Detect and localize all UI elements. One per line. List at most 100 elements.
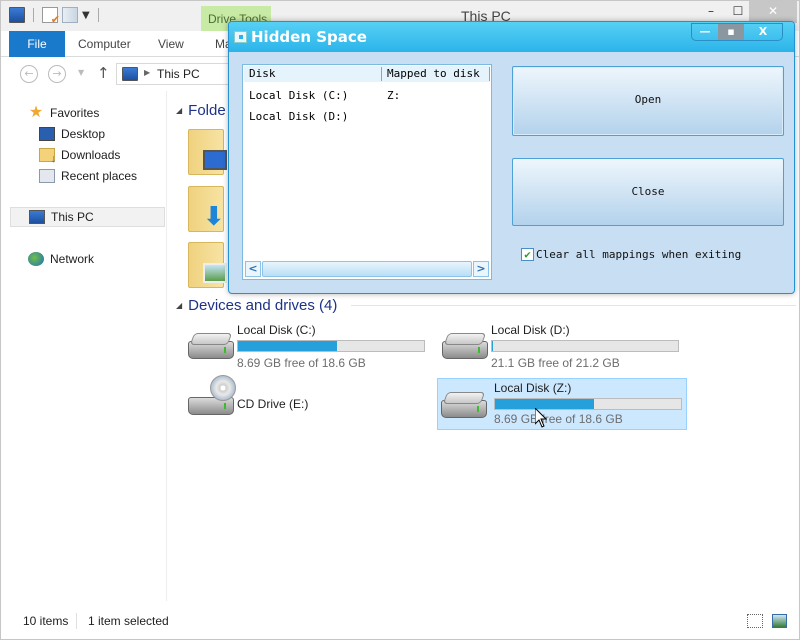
devices-group-header[interactable]: ◢ Devices and drives (4) [176,297,796,314]
forward-button[interactable]: → [48,65,66,83]
open-button[interactable]: Open [512,66,784,136]
collapse-icon[interactable]: ◢ [176,301,182,310]
usage-bar [237,340,425,352]
nav-downloads[interactable]: Downloads [39,145,120,165]
close-button[interactable]: ✕ [749,1,797,23]
network-icon [28,252,44,266]
address-text: This PC [157,67,200,81]
desktop-icon [203,150,227,170]
dialog-title: Hidden Space [251,28,367,46]
properties-icon[interactable] [42,7,60,26]
drive-z[interactable]: Local Disk (Z:) 8.69 GB free of 18.6 GB [437,378,687,430]
back-button[interactable]: ← [20,65,38,83]
tab-view[interactable]: View [158,31,184,57]
navigation-pane: ★ Favorites Desktop Downloads Recent pla… [1,91,167,601]
drive-free-space: 8.69 GB free of 18.6 GB [494,412,623,426]
tab-file[interactable]: File [9,31,65,57]
horizontal-scrollbar[interactable]: < > [245,261,489,278]
cd-drive-icon [188,375,236,417]
nav-label: This PC [51,210,94,224]
app-icon [234,31,247,43]
folder-pictures[interactable] [188,242,227,288]
nav-this-pc[interactable]: This PC [10,207,165,227]
dialog-close-button[interactable]: X [744,24,782,40]
computer-icon [122,67,138,81]
item-count: 10 items [23,614,69,628]
up-button[interactable]: ↑ [97,64,110,82]
folder-downloads[interactable]: ⬇ [188,186,225,232]
large-icons-view-icon[interactable] [772,614,787,628]
checkmark-icon[interactable]: ✔ [521,248,534,261]
cell-disk: Local Disk (D:) [249,110,349,123]
details-view-icon[interactable] [747,614,763,628]
computer-icon [29,210,45,224]
group-title: Folde [188,102,226,119]
usage-bar-fill [238,341,337,351]
list-row[interactable]: Local Disk (D:) [249,108,487,126]
minimize-button[interactable]: – [696,1,726,23]
nav-favorites[interactable]: ★ Favorites [28,103,100,123]
hard-drive-icon [441,392,487,420]
drive-name: Local Disk (C:) [237,323,316,337]
recent-locations-icon[interactable]: ▼ [78,68,84,77]
dialog-minimize-button[interactable]: — [692,24,718,40]
cell-mapped: Z: [387,89,401,102]
quick-access-toolbar: ▼ [9,7,103,26]
nav-label: Network [50,252,95,266]
hard-drive-icon [188,333,234,361]
drive-name: Local Disk (Z:) [494,381,572,395]
collapse-icon[interactable]: ◢ [176,106,182,115]
dialog-title-bar[interactable]: Hidden Space — ▪ X [229,22,794,52]
clear-mappings-checkbox[interactable]: ✔ Clear all mappings when exiting [521,248,741,261]
close-dialog-button[interactable]: Close [512,158,784,226]
drive-c[interactable]: Local Disk (C:) 8.69 GB free of 18.6 GB [184,319,434,371]
divider [76,613,77,629]
column-divider[interactable] [381,67,382,81]
drive-free-space: 21.1 GB free of 21.2 GB [491,356,620,370]
column-header-mapped[interactable]: Mapped to disk [387,67,480,80]
nav-label: Favorites [50,106,100,120]
computer-icon[interactable] [9,7,25,23]
checkbox-label: Clear all mappings when exiting [536,248,742,261]
picture-icon [203,263,227,283]
nav-label: Downloads [61,148,121,162]
hard-drive-icon [442,333,488,361]
nav-network[interactable]: Network [28,249,94,269]
folder-desktop[interactable] [188,129,227,175]
recent-places-icon [39,169,55,183]
chevron-right-icon[interactable]: ▶ [144,68,150,77]
customize-toolbar-icon[interactable]: ▼ [82,10,90,21]
column-header-disk[interactable]: Disk [249,67,276,80]
status-bar: 10 items 1 item selected [1,611,799,633]
star-icon: ★ [28,104,44,121]
nav-label: Recent places [61,169,138,183]
selection-count: 1 item selected [88,614,169,628]
list-header: Disk Mapped to disk [244,66,490,82]
download-arrow-icon: ⬇ [203,202,225,232]
address-input[interactable]: ▶ This PC [116,63,236,85]
cell-disk: Local Disk (C:) [249,89,349,102]
drive-d[interactable]: Local Disk (D:) 21.1 GB free of 21.2 GB [438,319,688,371]
desktop-icon [39,127,55,141]
usage-bar [494,398,682,410]
divider [97,8,99,22]
usage-bar-fill [492,341,493,351]
hidden-space-dialog: Hidden Space — ▪ X Disk Mapped to disk L… [228,21,795,294]
column-divider[interactable] [489,67,490,81]
nav-label: Desktop [61,127,106,141]
scroll-left-button[interactable]: < [245,261,261,277]
nav-desktop[interactable]: Desktop [39,124,105,144]
new-folder-icon[interactable] [62,7,78,23]
divider [351,305,796,306]
dialog-window-controls: — ▪ X [691,23,783,41]
drive-name: Local Disk (D:) [491,323,570,337]
tab-computer[interactable]: Computer [78,31,131,57]
disk-mapping-list[interactable]: Disk Mapped to disk Local Disk (C:) Z: L… [242,64,492,280]
usage-bar [491,340,679,352]
drive-e-cd[interactable]: CD Drive (E:) [184,375,434,427]
scrollbar-thumb[interactable] [262,261,472,277]
nav-recent-places[interactable]: Recent places [39,166,137,186]
dialog-maximize-button[interactable]: ▪ [718,24,744,40]
list-row[interactable]: Local Disk (C:) Z: [249,87,487,105]
scroll-right-button[interactable]: > [473,261,489,277]
